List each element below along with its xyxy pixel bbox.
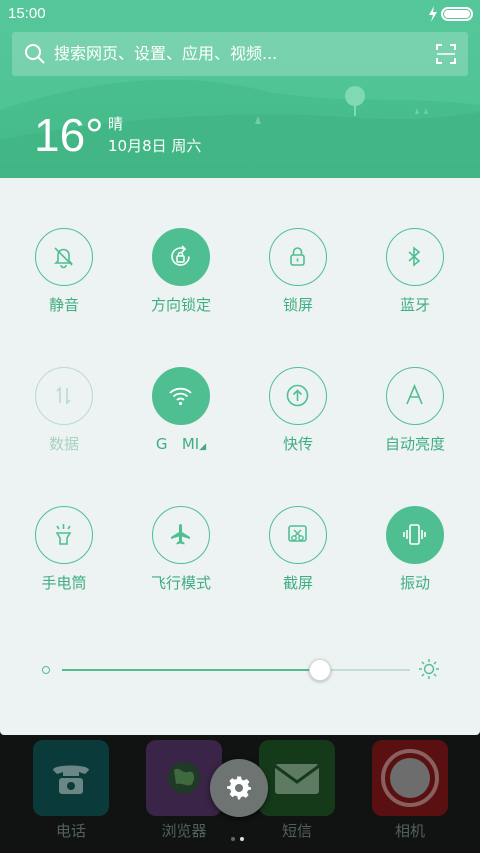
toggle-circle[interactable] xyxy=(386,228,444,286)
toggle-circle[interactable] xyxy=(152,367,210,425)
app-messages[interactable] xyxy=(259,740,335,816)
wifi-ssid: G MI xyxy=(155,435,200,453)
brightness-slider[interactable] xyxy=(40,658,440,682)
toggle-mobile-data[interactable]: 数据 xyxy=(9,367,119,487)
rotation-lock-icon xyxy=(171,245,190,266)
brightness-high-icon xyxy=(419,659,439,679)
app-phone[interactable] xyxy=(33,740,109,816)
charging-icon xyxy=(429,6,437,22)
lock-icon xyxy=(290,247,305,266)
gear-icon xyxy=(227,776,251,800)
bell-off-icon xyxy=(54,247,73,269)
toggle-circle[interactable] xyxy=(35,228,93,286)
phone-icon xyxy=(53,765,89,794)
search-icon xyxy=(25,44,45,64)
toggle-auto-brightness[interactable]: 自动亮度 xyxy=(360,367,470,487)
toggle-circle[interactable] xyxy=(269,228,327,286)
vibrate-icon xyxy=(403,524,426,545)
screenshot-icon xyxy=(288,525,307,542)
app-camera[interactable] xyxy=(372,740,448,816)
search-bar[interactable]: 搜索网页、设置、应用、视频... xyxy=(12,32,468,76)
status-bar: 15:00 xyxy=(0,0,480,28)
airplane-icon xyxy=(171,524,190,545)
toggle-circle[interactable] xyxy=(152,506,210,564)
toggle-silent[interactable]: 静音 xyxy=(9,228,119,348)
quick-share-icon xyxy=(286,384,309,407)
toggle-circle[interactable] xyxy=(152,228,210,286)
toggle-circle[interactable] xyxy=(386,506,444,564)
toggle-lock-screen[interactable]: 锁屏 xyxy=(243,228,353,348)
toggle-label: 静音 xyxy=(48,296,79,314)
scan-icon[interactable] xyxy=(435,43,457,65)
page-dot-current xyxy=(240,837,244,841)
message-icon xyxy=(274,764,320,794)
toggle-label: 振动 xyxy=(399,574,430,592)
flashlight-icon xyxy=(55,524,72,545)
toggle-circle[interactable] xyxy=(269,506,327,564)
expand-triangle-icon: ◢ xyxy=(199,442,207,452)
toggle-wifi[interactable]: G MI◢ xyxy=(126,367,236,487)
temperature: 16° xyxy=(34,109,104,161)
notification-header: 15:00 搜索网页、设置、应用、视频... 16° 晴 10月8日 周六 xyxy=(0,0,480,178)
toggle-quick-share[interactable]: 快传 xyxy=(243,367,353,487)
toggle-label: 蓝牙 xyxy=(399,296,430,314)
slider-thumb[interactable] xyxy=(308,659,331,681)
camera-icon xyxy=(381,749,439,807)
weather-condition: 晴 xyxy=(108,115,124,133)
quick-settings-panel: 静音 方向锁定 锁屏 蓝牙 数据 G MI◢ 快传 自动亮度 手电筒 飞行模式 … xyxy=(0,178,480,735)
toggle-circle[interactable] xyxy=(35,506,93,564)
page-indicator xyxy=(231,826,251,841)
toggle-circle[interactable] xyxy=(269,367,327,425)
search-placeholder: 搜索网页、设置、应用、视频... xyxy=(54,44,278,63)
app-label: 浏览器 xyxy=(161,822,207,840)
toggle-label: 锁屏 xyxy=(282,296,313,314)
toggle-label: 飞行模式 xyxy=(150,574,211,592)
toggle-rotation-lock[interactable]: 方向锁定 xyxy=(126,228,236,348)
toggle-bluetooth[interactable]: 蓝牙 xyxy=(360,228,470,348)
toggle-label: 数据 xyxy=(48,435,79,453)
auto-brightness-icon xyxy=(406,383,423,405)
toggle-circle[interactable] xyxy=(35,367,93,425)
toggle-label: 快传 xyxy=(282,435,313,453)
page-dot xyxy=(231,837,235,841)
mobile-data-icon xyxy=(56,386,71,405)
toggle-screenshot[interactable]: 截屏 xyxy=(243,506,353,626)
clock: 15:00 xyxy=(8,5,46,22)
app-label: 短信 xyxy=(281,822,312,840)
toggle-label: G MI◢ xyxy=(126,434,236,457)
wifi-icon xyxy=(169,387,192,406)
home-dock: 电话 浏览器 短信 相机 xyxy=(0,735,480,853)
brightness-low-icon xyxy=(42,666,50,674)
bluetooth-icon xyxy=(408,246,421,267)
toggle-flashlight[interactable]: 手电筒 xyxy=(9,506,119,626)
toggle-label: 自动亮度 xyxy=(384,435,445,453)
toggle-label: 手电筒 xyxy=(41,574,87,592)
slider-track[interactable] xyxy=(62,659,410,681)
toggle-label: 方向锁定 xyxy=(150,296,211,314)
toggle-label: 截屏 xyxy=(282,574,313,592)
battery-icon xyxy=(441,7,473,21)
toggle-vibrate[interactable]: 振动 xyxy=(360,506,470,626)
slider-fill xyxy=(62,669,320,671)
app-label: 相机 xyxy=(394,822,425,840)
date-label: 10月8日 周六 xyxy=(108,137,202,155)
app-label: 电话 xyxy=(55,822,86,840)
toggle-circle[interactable] xyxy=(386,367,444,425)
toggle-airplane[interactable]: 飞行模式 xyxy=(126,506,236,626)
settings-button[interactable] xyxy=(210,759,268,817)
